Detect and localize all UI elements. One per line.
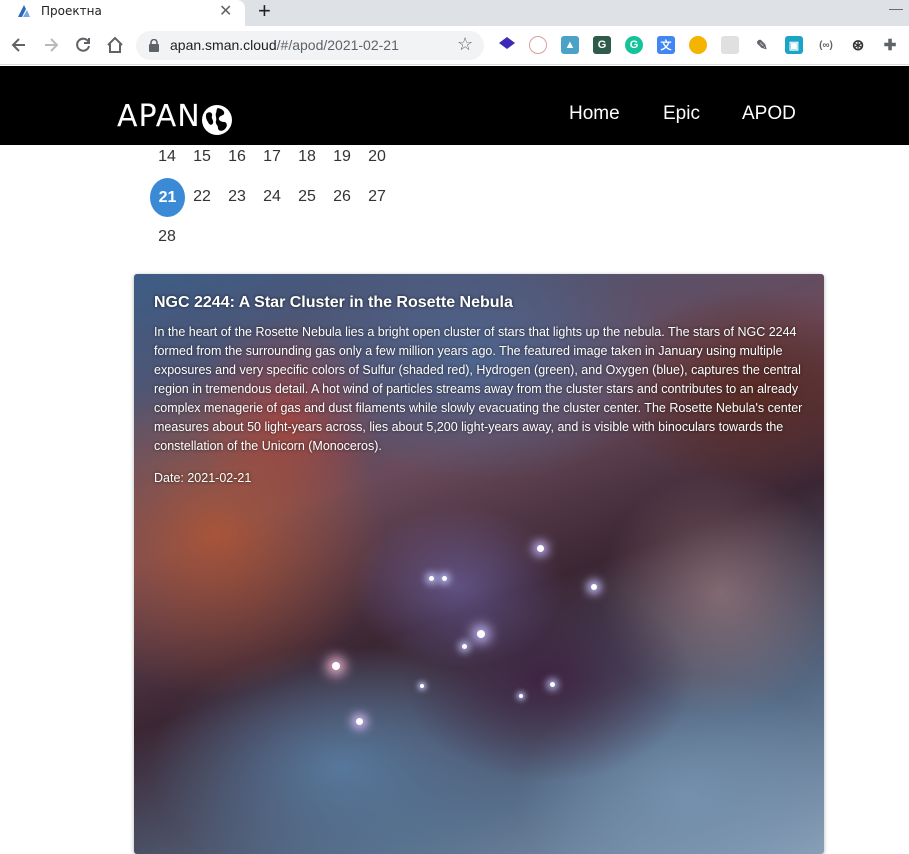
calendar-day[interactable]: 18: [289, 138, 325, 176]
star: [442, 576, 447, 581]
address-bar[interactable]: apan.sman.cloud/#/apod/2021-02-21 ☆: [136, 31, 484, 60]
translate-icon[interactable]: 文: [657, 36, 675, 54]
extension-book-icon[interactable]: ▣: [785, 36, 803, 54]
calendar-day[interactable]: 17: [254, 138, 290, 176]
lock-icon: [149, 39, 159, 52]
extension-dots-icon[interactable]: (∞): [817, 36, 835, 54]
browser-tab[interactable]: Проектна ✕: [0, 0, 245, 26]
reload-icon[interactable]: [73, 35, 93, 55]
star: [429, 576, 434, 581]
calendar-day[interactable]: 20: [359, 138, 395, 176]
calendar-day[interactable]: 26: [324, 178, 360, 216]
browser-toolbar: apan.sman.cloud/#/apod/2021-02-21 ☆ 2 ▲ …: [0, 26, 909, 83]
extension-app-icon[interactable]: ▲: [561, 36, 579, 54]
calendar-day-selected[interactable]: 21: [150, 178, 185, 217]
apod-date: Date: 2021-02-21: [154, 471, 252, 485]
calendar-day[interactable]: 19: [324, 138, 360, 176]
star: [519, 694, 523, 698]
star: [420, 684, 424, 688]
star: [332, 662, 340, 670]
browser-tab-strip: Проектна ✕ + —: [0, 0, 909, 26]
calendar-day[interactable]: 23: [219, 178, 255, 216]
extension-bin-icon[interactable]: [721, 36, 739, 54]
url-path: /#/apod/2021-02-21: [276, 37, 399, 53]
extension-circle-icon[interactable]: [529, 36, 547, 54]
star: [462, 644, 467, 649]
back-icon[interactable]: [9, 35, 29, 55]
star: [591, 584, 597, 590]
calendar-day[interactable]: 16: [219, 138, 255, 176]
apod-explanation: In the heart of the Rosette Nebula lies …: [154, 325, 803, 453]
star: [537, 545, 544, 552]
minimize-window-icon[interactable]: —: [889, 0, 903, 16]
url-host: apan.sman.cloud: [170, 37, 277, 53]
apod-title: NGC 2244: A Star Cluster in the Rosette …: [154, 294, 513, 311]
calendar-day[interactable]: 22: [184, 178, 220, 216]
eyedropper-icon[interactable]: ✎: [753, 36, 771, 54]
calendar-day[interactable]: 24: [254, 178, 290, 216]
star: [356, 718, 363, 725]
extension-ring-icon[interactable]: ⊛: [849, 36, 867, 54]
star: [477, 630, 485, 638]
url-text: apan.sman.cloud/#/apod/2021-02-21: [170, 37, 399, 53]
calendar-day[interactable]: 25: [289, 178, 325, 216]
site-favicon-icon: [18, 5, 30, 17]
extensions-puzzle-icon[interactable]: ✚: [881, 36, 899, 54]
calendar-day[interactable]: 27: [359, 178, 395, 216]
apod-text: NGC 2244: A Star Cluster in the Rosette …: [154, 294, 804, 485]
nav-epic[interactable]: Epic: [663, 103, 700, 125]
extension-g-icon[interactable]: G: [593, 36, 611, 54]
extension-color-icon[interactable]: [689, 36, 707, 54]
calendar-day[interactable]: 15: [184, 138, 220, 176]
extension-stack-icon[interactable]: [498, 36, 516, 54]
apod-card: NGC 2244: A Star Cluster in the Rosette …: [134, 274, 824, 854]
forward-icon[interactable]: [41, 35, 61, 55]
globe-icon: [202, 105, 232, 135]
grammarly-icon[interactable]: G: [625, 36, 643, 54]
tab-title: Проектна: [41, 4, 102, 18]
site-logo[interactable]: APAN: [117, 102, 201, 132]
home-icon[interactable]: [105, 35, 125, 55]
calendar-day[interactable]: 28: [149, 218, 185, 256]
calendar-day[interactable]: 14: [149, 138, 185, 176]
nav-home[interactable]: Home: [569, 103, 620, 125]
nav-apod[interactable]: APOD: [742, 103, 796, 125]
new-tab-icon[interactable]: +: [258, 0, 271, 24]
tab-close-icon[interactable]: ✕: [219, 1, 232, 21]
star: [550, 682, 555, 687]
site-header: APAN Home Epic APOD: [0, 66, 909, 145]
bookmark-star-icon[interactable]: ☆: [457, 34, 473, 55]
